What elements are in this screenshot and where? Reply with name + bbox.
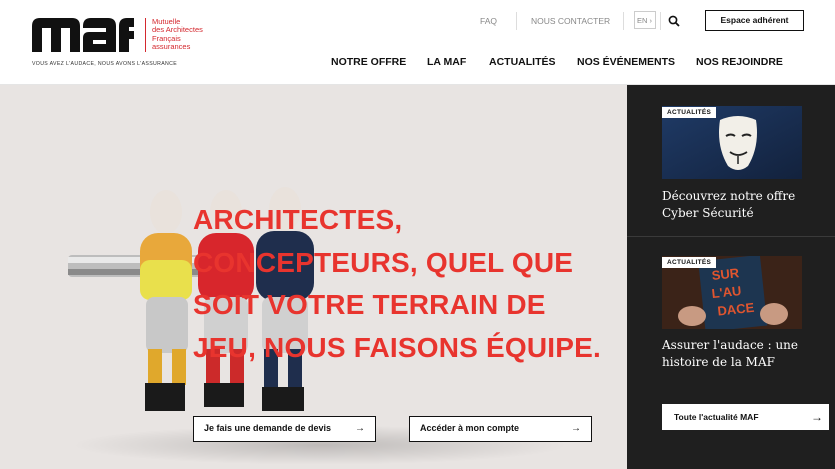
nav-nous-rejoindre[interactable]: NOS REJOINDRE (696, 56, 783, 68)
svg-text:L'AU: L'AU (711, 283, 742, 301)
logo-line: assurances (152, 42, 191, 52)
logo-subtitle: Mutuelle des Architectes Français assura… (152, 17, 232, 52)
language-switch[interactable]: EN › (634, 11, 656, 29)
nav-notre-offre[interactable]: NOTRE OFFRE (331, 56, 406, 68)
category-badge: ACTUALITÉS (662, 257, 717, 268)
account-access-button[interactable]: Accéder à mon compte → (409, 416, 592, 442)
faq-link[interactable]: FAQ (480, 16, 497, 26)
arrow-right-icon: → (571, 423, 581, 434)
divider (516, 12, 517, 30)
arrow-right-icon: → (811, 410, 823, 424)
tagline: VOUS AVEZ L'AUDACE, NOUS AVONS L'ASSURAN… (32, 61, 178, 67)
nav-evenements[interactable]: NOS ÉVÉNEMENTS (577, 56, 675, 68)
account-access-label: Accéder à mon compte (420, 423, 520, 433)
category-badge: ACTUALITÉS (662, 107, 717, 118)
maf-logo-mark (32, 18, 134, 52)
all-news-button[interactable]: Toute l'actualité MAF → (662, 404, 829, 430)
quote-request-button[interactable]: Je fais une demande de devis → (193, 416, 376, 442)
search-icon[interactable] (668, 15, 680, 27)
divider (627, 236, 835, 237)
nav-actualites[interactable]: ACTUALITÉS (489, 56, 556, 68)
quote-request-label: Je fais une demande de devis (204, 423, 332, 433)
news-card-title[interactable]: Découvrez notre offre Cyber Sécurité (662, 188, 812, 222)
arrow-right-icon: → (355, 423, 365, 434)
contact-link[interactable]: NOUS CONTACTER (531, 16, 610, 26)
logo-divider (145, 18, 146, 52)
member-area-button[interactable]: Espace adhérent (705, 10, 804, 31)
divider (660, 12, 661, 30)
site-header: Mutuelle des Architectes Français assura… (0, 0, 835, 85)
hero-title: ARCHITECTES, CONCEPTEURS, QUEL QUE SOIT … (193, 204, 601, 363)
news-card-title[interactable]: Assurer l'audace : une histoire de la MA… (662, 337, 812, 371)
divider (623, 12, 624, 30)
nav-la-maf[interactable]: LA MAF (427, 56, 466, 68)
all-news-label: Toute l'actualité MAF (674, 412, 759, 422)
